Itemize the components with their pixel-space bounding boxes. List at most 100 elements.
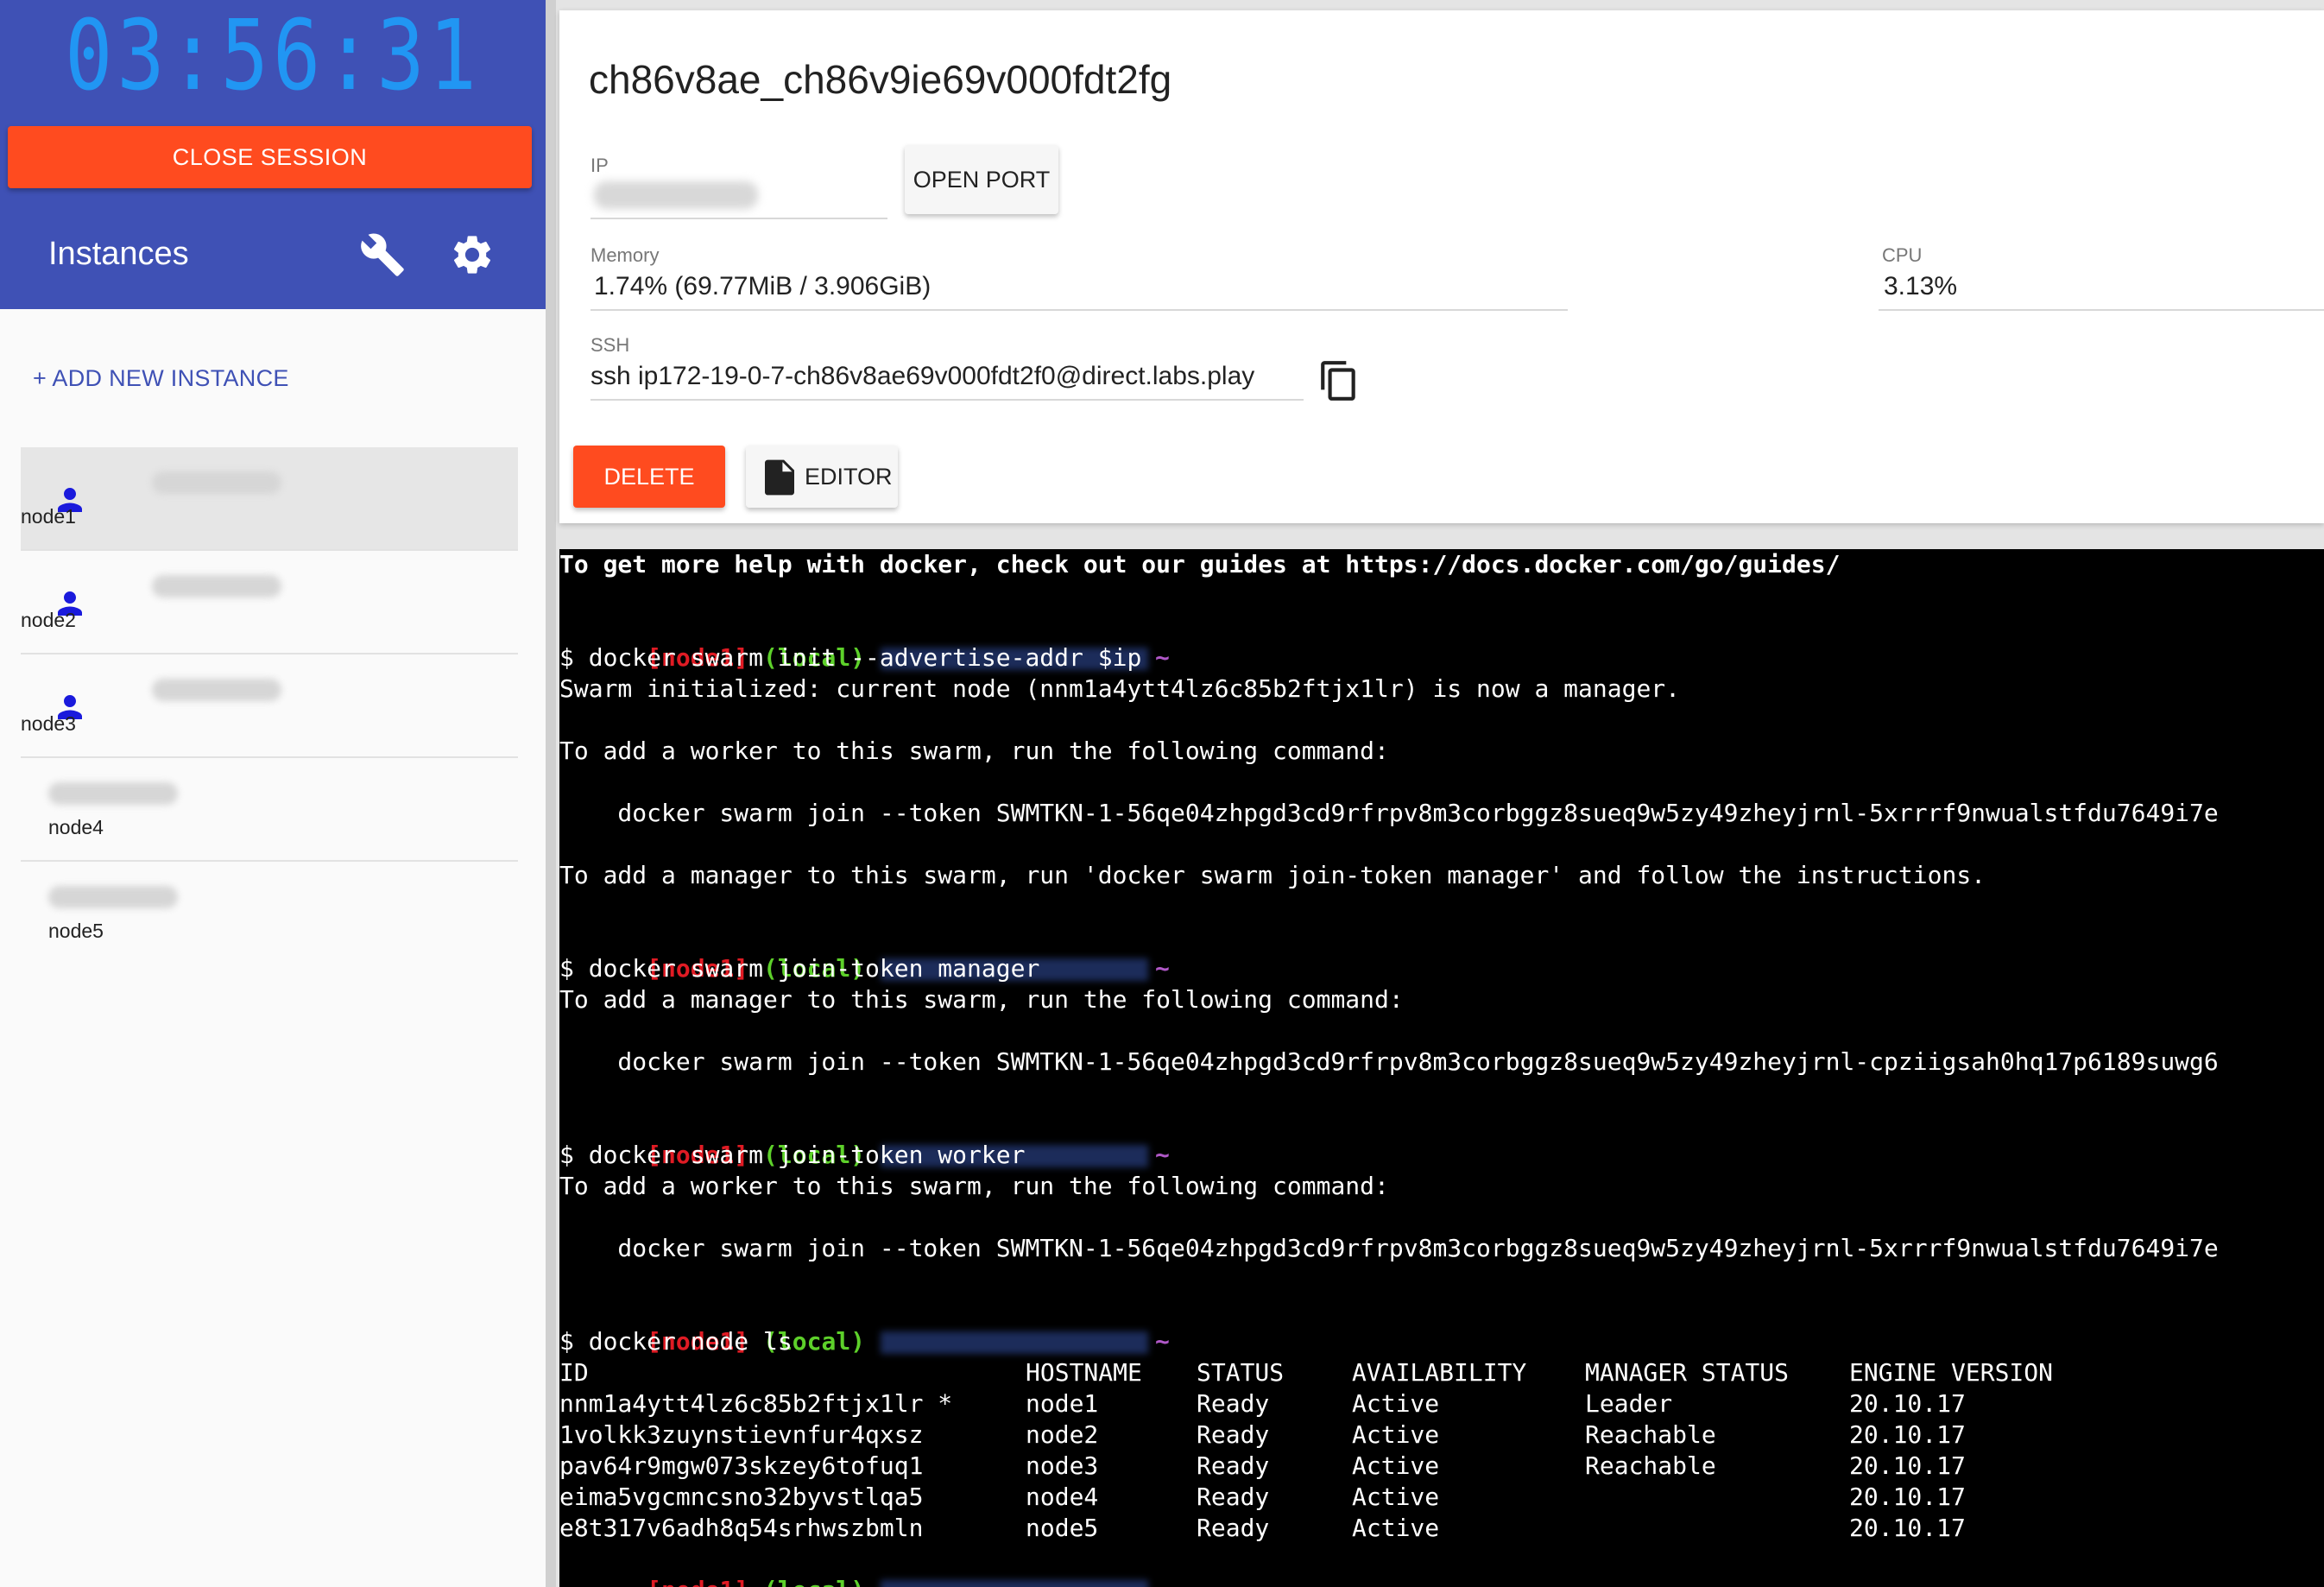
instance-item-node2[interactable]: node2 xyxy=(21,551,518,654)
ip-field-underline xyxy=(590,218,887,219)
memory-value: 1.74% (69.77MiB / 3.906GiB) xyxy=(594,272,931,300)
prompt-tilde: ~ xyxy=(1155,643,1170,672)
instance-title: ch86v8ae_ch86v9ie69v000fdt2fg xyxy=(589,57,1172,102)
file-icon xyxy=(765,459,794,496)
node-table-cell: node2 xyxy=(1026,1420,1099,1449)
sidebar: 03:56:31 CLOSE SESSION Instances + ADD N… xyxy=(0,0,546,1587)
node-table-row: pav64r9mgw073skzey6tofuq1 node3 Ready Activ… xyxy=(559,1451,2324,1482)
terminal-line: To add a worker to this swarm, run the f… xyxy=(559,1172,1389,1200)
terminal-line: To add a manager to this swarm, run the … xyxy=(559,985,1404,1014)
terminal-line: docker swarm join --token SWMTKN-1-56qe0… xyxy=(559,1234,2219,1262)
terminal-line: docker swarm join --token SWMTKN-1-56qe0… xyxy=(559,1047,2219,1076)
node-table-cell: 20.10.17 xyxy=(1849,1389,1966,1418)
node-table-cell: eima5vgcmncsno32byvstlqa5 xyxy=(559,1483,924,1511)
instance-name: node2 xyxy=(21,609,76,631)
instance-list: node1 node2 node3 node4 node5 xyxy=(21,447,518,965)
node-table-cell: Ready xyxy=(1197,1514,1270,1542)
instance-ip-redacted xyxy=(152,679,281,701)
node-table-row: 1volkk3zuynstievnfur4qxsz node2 Ready Activ… xyxy=(559,1419,2324,1451)
node-table-cell: 20.10.17 xyxy=(1849,1451,1966,1480)
app-root: 03:56:31 CLOSE SESSION Instances + ADD N… xyxy=(0,0,2324,1587)
ssh-value[interactable]: ssh ip172-19-0-7-ch86v8ae69v000fdt2f0@di… xyxy=(590,359,1302,394)
node-table-row: nnm1a4ytt4lz6c85b2ftjx1lr * node1 Ready Act… xyxy=(559,1388,2324,1419)
instance-name: node4 xyxy=(48,816,104,838)
terminal-prompt: [node1] (local)~ xyxy=(559,1109,1170,1169)
instance-name: node1 xyxy=(21,505,76,528)
instance-ip-redacted xyxy=(152,471,281,494)
instance-item-node5[interactable]: node5 xyxy=(21,862,518,965)
node-table-cell: Ready xyxy=(1197,1451,1270,1480)
node-table-cell: Ready xyxy=(1197,1420,1270,1449)
prompt-host-redacted xyxy=(881,1331,1149,1354)
cpu-value: 3.13% xyxy=(1884,272,1958,300)
terminal-prompt: [node1] (local)~ xyxy=(559,1295,1170,1356)
terminal[interactable]: To get more help with docker, check out … xyxy=(559,549,2324,1587)
prompt-tilde: ~ xyxy=(1155,1576,1170,1587)
cpu-field-underline xyxy=(1879,309,2324,311)
terminal-prompt: [node1] (local)~ xyxy=(559,611,1170,672)
node-table-cell: e8t317v6adh8q54srhwszbmln xyxy=(559,1514,924,1542)
terminal-prompt: [node1] (local)~ xyxy=(559,922,1170,983)
node-table-cell: Reachable xyxy=(1585,1420,1716,1449)
add-new-instance-button[interactable]: + ADD NEW INSTANCE xyxy=(33,359,289,397)
node-table-cell: Ready xyxy=(1197,1483,1270,1511)
terminal-prompt: [node1] (local)~ xyxy=(559,1544,1170,1587)
node-table-cell: Active xyxy=(1352,1451,1440,1480)
prompt-tilde: ~ xyxy=(1155,1141,1170,1169)
node-table-cell: node5 xyxy=(1026,1514,1099,1542)
wrench-icon[interactable] xyxy=(359,231,406,278)
node-table-row: e8t317v6adh8q54srhwszbmln node5 Ready Activ… xyxy=(559,1513,2324,1544)
copy-icon[interactable] xyxy=(1317,357,1361,404)
prompt-host-redacted xyxy=(881,1580,1149,1587)
delete-button[interactable]: DELETE xyxy=(573,446,725,508)
node-table-cell: pav64r9mgw073skzey6tofuq1 xyxy=(559,1451,924,1480)
node-table-cell: nnm1a4ytt4lz6c85b2ftjx1lr * xyxy=(559,1389,953,1418)
gear-icon[interactable] xyxy=(449,231,496,278)
terminal-line: Swarm initialized: current node (nnm1a4y… xyxy=(559,674,1681,703)
prompt-tilde: ~ xyxy=(1155,1327,1170,1356)
instance-item-node1[interactable]: node1 xyxy=(21,447,518,551)
node-table-header-cell: MANAGER STATUS xyxy=(1585,1358,1790,1387)
prompt-local: (local) xyxy=(763,1576,865,1587)
node-table-header-cell: HOSTNAME xyxy=(1026,1358,1142,1387)
sidebar-header: 03:56:31 CLOSE SESSION Instances xyxy=(0,0,546,309)
ssh-label: SSH xyxy=(590,334,630,356)
close-session-button[interactable]: CLOSE SESSION xyxy=(8,126,532,188)
node-table-cell: 1volkk3zuynstievnfur4qxsz xyxy=(559,1420,924,1449)
memory-label: Memory xyxy=(590,244,660,266)
instance-ip-redacted xyxy=(48,782,178,805)
open-port-button[interactable]: OPEN PORT xyxy=(905,145,1058,214)
editor-label: EDITOR xyxy=(805,463,893,490)
node-table-cell: 20.10.17 xyxy=(1849,1420,1966,1449)
node-table-cell: 20.10.17 xyxy=(1849,1514,1966,1542)
terminal-command: $ docker swarm join-token manager xyxy=(559,954,1040,983)
node-table-cell: Active xyxy=(1352,1514,1440,1542)
node-table-cell: Ready xyxy=(1197,1389,1270,1418)
node-table-header-cell: AVAILABILITY xyxy=(1352,1358,1527,1387)
terminal-line: docker swarm join --token SWMTKN-1-56qe0… xyxy=(559,799,2219,827)
terminal-command: $ docker node ls xyxy=(559,1327,793,1356)
node-table-header-cell: ENGINE VERSION xyxy=(1849,1358,2054,1387)
node-table-cell: node1 xyxy=(1026,1389,1099,1418)
editor-button[interactable]: EDITOR xyxy=(746,446,898,508)
instance-item-node3[interactable]: node3 xyxy=(21,654,518,758)
node-table-header: ID HOSTNAME STATUS AVAILABILITY MANAGER STAT… xyxy=(559,1357,2324,1388)
instance-item-node4[interactable]: node4 xyxy=(21,758,518,862)
terminal-line: To get more help with docker, check out … xyxy=(559,550,1841,579)
node-table-cell: 20.10.17 xyxy=(1849,1483,1966,1511)
instance-name: node3 xyxy=(21,712,76,735)
cpu-label: CPU xyxy=(1882,244,1923,266)
terminal-command: $ docker swarm init --advertise-addr $ip xyxy=(559,643,1142,672)
instance-ip-redacted xyxy=(152,575,281,597)
session-timer: 03:56:31 xyxy=(65,0,481,112)
panel-divider xyxy=(546,0,556,1587)
node-table-cell: Leader xyxy=(1585,1389,1673,1418)
terminal-input-line[interactable]: $ xyxy=(559,1575,691,1587)
node-table-cell: node3 xyxy=(1026,1451,1099,1480)
instance-info-panel: ch86v8ae_ch86v9ie69v000fdt2fg IP OPEN PO… xyxy=(559,10,2324,523)
node-table-header-cell: STATUS xyxy=(1197,1358,1285,1387)
terminal-command: $ docker swarm join-token worker xyxy=(559,1141,1026,1169)
node-table-cell: Active xyxy=(1352,1420,1440,1449)
node-table-cell: Active xyxy=(1352,1483,1440,1511)
node-table-cell: Active xyxy=(1352,1389,1440,1418)
